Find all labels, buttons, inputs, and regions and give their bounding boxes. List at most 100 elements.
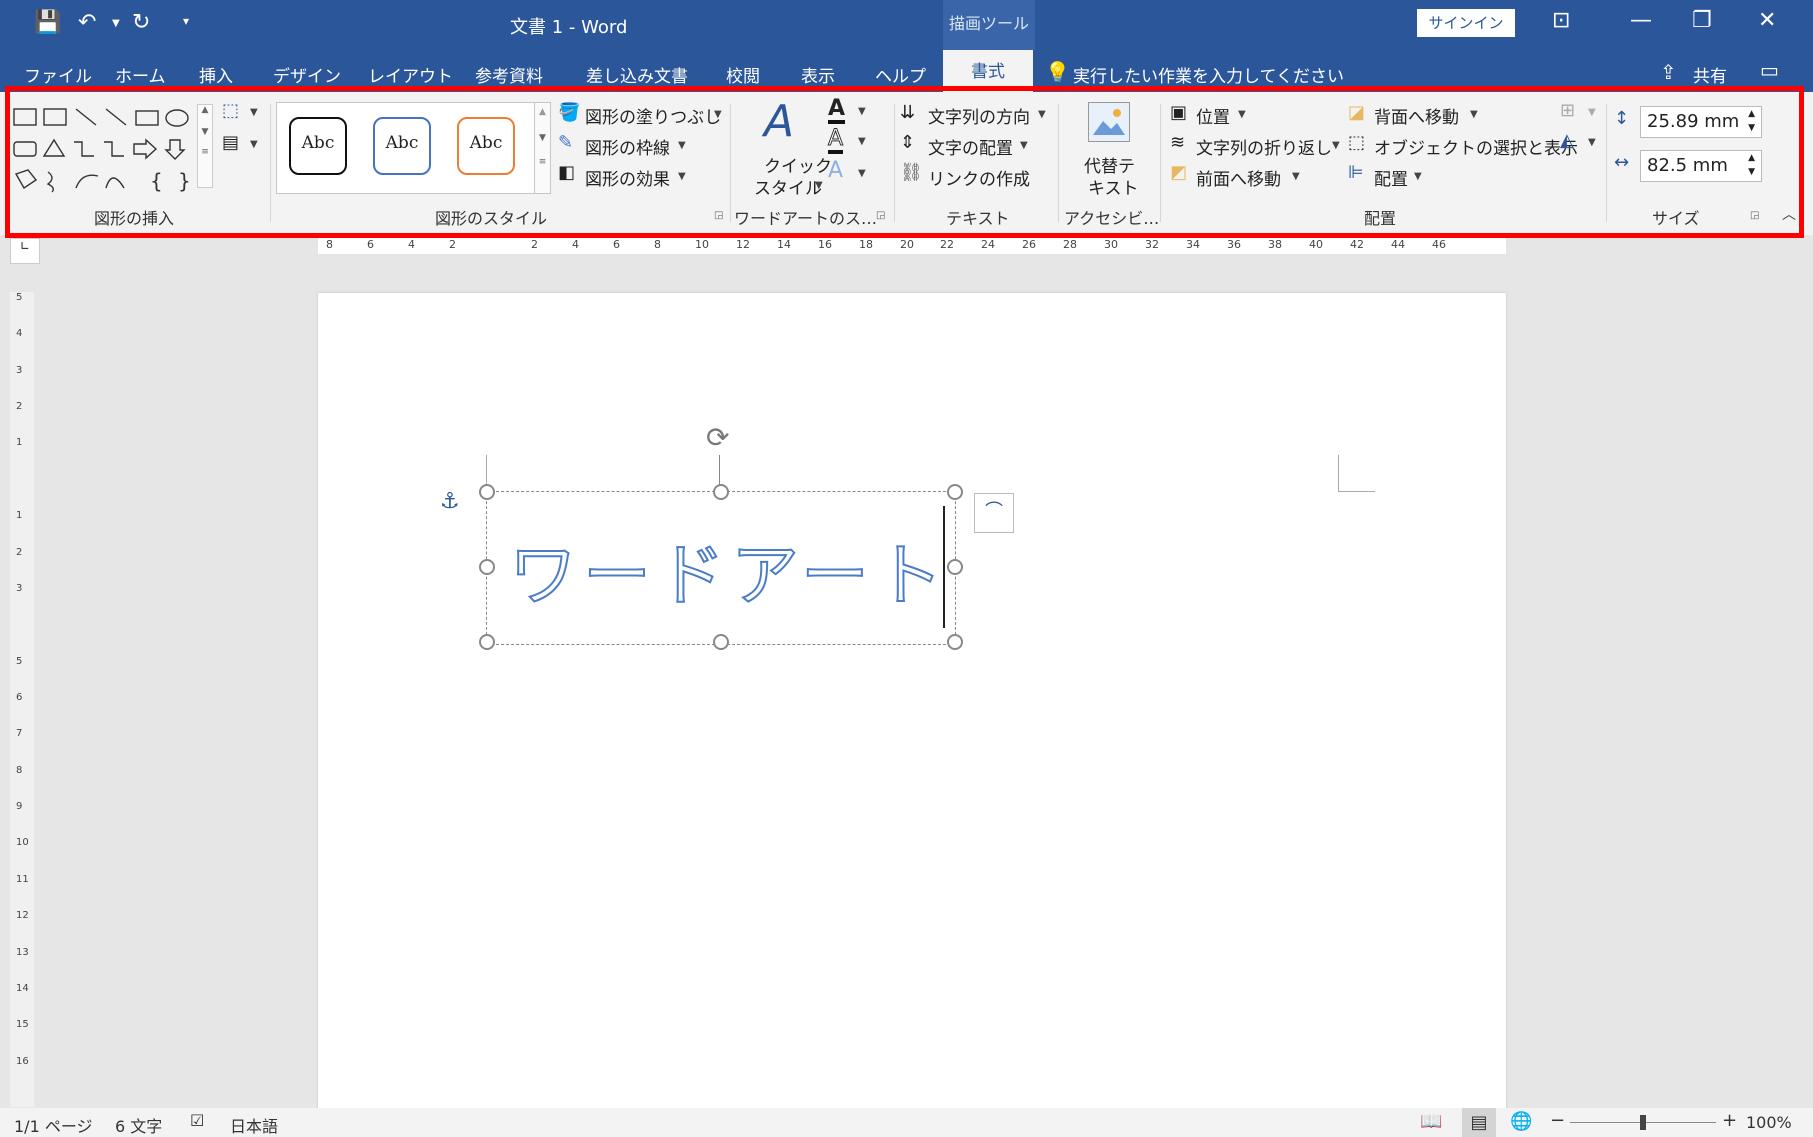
ruler-tick-label: 20: [900, 238, 914, 251]
read-mode-icon[interactable]: 📖: [1420, 1111, 1442, 1132]
wordart-text[interactable]: ワードアート: [508, 520, 949, 619]
ruler-tick-label: 8: [654, 238, 661, 251]
comments-icon[interactable]: ▭: [1760, 58, 1779, 82]
web-layout-icon[interactable]: 🌐: [1510, 1111, 1532, 1132]
ruler-tick-label: 18: [859, 238, 873, 251]
lightbulb-icon: 💡: [1045, 60, 1070, 84]
page-count[interactable]: 1/1 ページ: [14, 1113, 93, 1137]
ruler-tick-label: 2: [531, 238, 538, 251]
resize-handle[interactable]: [713, 484, 729, 500]
ruler-tick-label: 2: [16, 401, 23, 412]
ruler-tick-label: 9: [16, 801, 23, 812]
resize-handle[interactable]: [713, 634, 729, 650]
zoom-in-icon[interactable]: +: [1722, 1110, 1737, 1131]
anchor-icon[interactable]: ⚓: [440, 489, 460, 514]
ruler-tick-label: 14: [16, 983, 29, 994]
share-icon[interactable]: ⇪: [1660, 60, 1677, 84]
ruler-tick-label: 8: [16, 765, 23, 776]
ruler-tick-label: 1: [16, 437, 23, 448]
close-icon[interactable]: ✕: [1758, 8, 1776, 33]
ruler-tick-label: 12: [736, 238, 750, 251]
document-page[interactable]: ⚓ ワードアート ⟳ ⌒: [318, 293, 1506, 1108]
tab-layout[interactable]: レイアウト: [368, 62, 453, 87]
ruler-tick-label: 44: [1391, 238, 1405, 251]
tab-file[interactable]: ファイル: [24, 62, 92, 87]
ruler-tick-label: 6: [613, 238, 620, 251]
text-cursor: [943, 506, 945, 628]
tab-mailings[interactable]: 差し込み文書: [586, 62, 688, 87]
tab-help[interactable]: ヘルプ: [875, 62, 926, 87]
ribbon-display-icon[interactable]: ⊡: [1552, 8, 1570, 33]
resize-handle[interactable]: [947, 559, 963, 575]
ruler-tick-label: 4: [16, 328, 23, 339]
resize-handle[interactable]: [947, 484, 963, 500]
proofing-icon[interactable]: ☑: [190, 1111, 204, 1130]
tab-view[interactable]: 表示: [801, 62, 835, 87]
layout-options-icon[interactable]: ⌒: [974, 493, 1014, 533]
vertical-ruler: 5 4 3 2 1 1 2 3 5 6 7 8 9 10 11 12 13 14 15 16: [10, 292, 34, 1107]
language[interactable]: 日本語: [230, 1113, 278, 1137]
resize-handle[interactable]: [479, 484, 495, 500]
ruler-tick-label: 24: [981, 238, 995, 251]
ruler-tick-label: 14: [777, 238, 791, 251]
ruler-tick-label: 16: [16, 1056, 29, 1067]
zoom-level[interactable]: 100%: [1746, 1113, 1792, 1132]
ruler-tick-label: 12: [16, 910, 29, 921]
wordart-text-box[interactable]: ワードアート: [486, 491, 956, 645]
tab-review[interactable]: 校閲: [726, 62, 760, 87]
share-button[interactable]: 共有: [1693, 62, 1727, 87]
context-tab-label: 描画ツール: [943, 0, 1035, 50]
rotate-handle-icon[interactable]: ⟳: [706, 421, 729, 454]
ruler-tick-label: 5: [16, 292, 23, 303]
ruler-tick-label: 16: [818, 238, 832, 251]
tab-insert[interactable]: 挿入: [199, 62, 233, 87]
tab-selector[interactable]: ∟: [10, 238, 40, 264]
ruler-tick-label: 30: [1104, 238, 1118, 251]
ruler-tick-label: 8: [326, 238, 333, 251]
title-bar: 💾 ↶ ▼ ↻ ▾ 文書 1 - Word 描画ツール サインイン ⊡ — ❐ …: [0, 0, 1813, 50]
status-bar: 1/1 ページ 6 文字 ☑ 日本語 📖 ▤ 🌐 − + 100%: [0, 1108, 1813, 1137]
ruler-tick-label: 22: [940, 238, 954, 251]
print-layout-icon[interactable]: ▤: [1462, 1108, 1496, 1137]
ruler-tick-label: 4: [408, 238, 415, 251]
customize-qat-icon[interactable]: ▾: [183, 14, 189, 28]
ruler-tick-label: 34: [1186, 238, 1200, 251]
restore-icon[interactable]: ❐: [1692, 8, 1712, 33]
undo-dropdown-icon[interactable]: ▼: [112, 18, 120, 29]
ruler-tick-label: 46: [1432, 238, 1446, 251]
resize-handle[interactable]: [947, 634, 963, 650]
signin-button[interactable]: サインイン: [1417, 9, 1515, 37]
window-title: 文書 1 - Word: [510, 17, 628, 38]
minimize-icon[interactable]: —: [1630, 8, 1652, 33]
horizontal-ruler: 8 6 4 2 2 4 6 8 10 12 14 16 18 20 22 24 26 28 30 32 34 36 38 40…: [318, 238, 1506, 254]
ruler-tick-label: 32: [1145, 238, 1159, 251]
ruler-tick-label: 42: [1350, 238, 1364, 251]
tab-design[interactable]: デザイン: [273, 62, 341, 87]
ruler-tick-label: 40: [1309, 238, 1323, 251]
ruler-tick-label: 36: [1227, 238, 1241, 251]
margin-corner-mark: [1338, 455, 1375, 492]
save-icon[interactable]: 💾: [34, 10, 61, 35]
ribbon-highlight-frame: [5, 86, 1804, 238]
ruler-tick-label: 6: [16, 692, 23, 703]
ruler-tick-label: 11: [16, 874, 29, 885]
resize-handle[interactable]: [479, 559, 495, 575]
ruler-tick-label: 6: [367, 238, 374, 251]
ruler-tick-label: 2: [449, 238, 456, 251]
redo-icon[interactable]: ↻: [132, 10, 150, 35]
zoom-out-icon[interactable]: −: [1550, 1110, 1565, 1131]
ruler-tick-label: 1: [16, 510, 23, 521]
ruler-tick-label: 13: [16, 947, 29, 958]
tell-me-input[interactable]: 実行したい作業を入力してください: [1073, 62, 1344, 87]
ruler-tick-label: 4: [572, 238, 579, 251]
tab-references[interactable]: 参考資料: [475, 62, 543, 87]
ruler-tick-label: 28: [1063, 238, 1077, 251]
ruler-tick-label: 7: [16, 728, 23, 739]
tab-home[interactable]: ホーム: [115, 62, 166, 87]
resize-handle[interactable]: [479, 634, 495, 650]
ruler-tick-label: 10: [16, 837, 29, 848]
ruler-tick-label: 10: [695, 238, 709, 251]
undo-icon[interactable]: ↶: [78, 10, 96, 35]
word-count[interactable]: 6 文字: [115, 1113, 162, 1137]
zoom-slider-thumb[interactable]: [1640, 1115, 1646, 1130]
